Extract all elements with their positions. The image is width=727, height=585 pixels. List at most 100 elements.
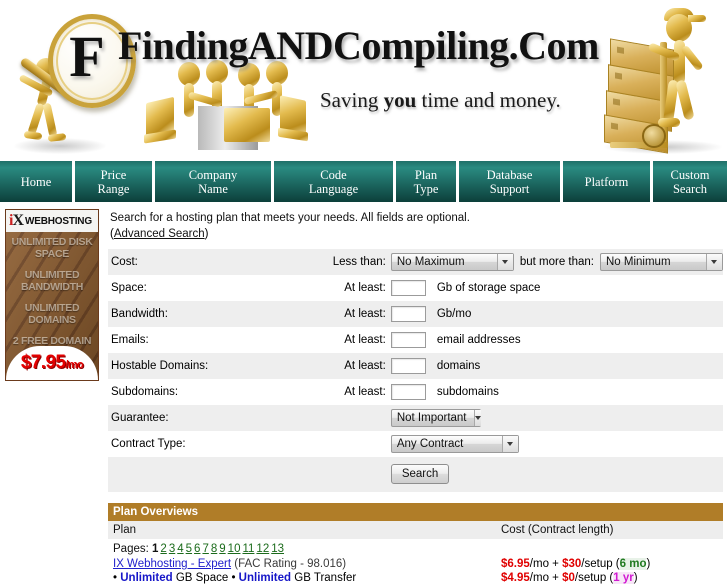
form-prefix-at-least: At least: bbox=[299, 301, 391, 327]
form-prefix-more-than: but more than: bbox=[519, 256, 594, 268]
form-suffix: Gb/mo bbox=[430, 301, 723, 327]
chevron-down-icon[interactable] bbox=[501, 436, 518, 452]
nav-item-plan[interactable]: Plan Type bbox=[396, 161, 459, 202]
form-control-cell bbox=[390, 275, 431, 301]
tagline-pre: Saving bbox=[320, 88, 384, 112]
plan-overviews-section: Plan Overviews Plan Cost (Contract lengt… bbox=[108, 503, 723, 585]
nav-item-label: Price bbox=[100, 167, 127, 182]
form-prefix-at-least: At least: bbox=[299, 327, 391, 353]
results-body: Pages: 1 2 3 4 5 6 7 8 9 10 11 12 13 IX Webhosting -… bbox=[108, 539, 723, 585]
spacer bbox=[299, 457, 391, 492]
nav-item-price[interactable]: Price Range bbox=[75, 161, 155, 202]
form-label: Bandwidth: bbox=[108, 301, 300, 327]
nav-item-custom[interactable]: Custom Search bbox=[653, 161, 727, 202]
form-label: Cost: bbox=[108, 249, 300, 275]
delivery-figure-graphic bbox=[604, 6, 724, 154]
nav-item-label: Database bbox=[486, 167, 533, 182]
cost1-price: 6.95 bbox=[507, 558, 530, 570]
form-control-cell: Any Contract bbox=[390, 431, 723, 457]
nav-item-home[interactable]: Home bbox=[0, 161, 75, 202]
table-row: • Unlimited GB Space • Unlimited GB Tran… bbox=[113, 571, 723, 585]
main-content: Search for a hosting plan that meets you… bbox=[103, 202, 727, 585]
form-label: Space: bbox=[108, 275, 300, 301]
cost2-term: 1 yr bbox=[613, 572, 634, 584]
form-prefix bbox=[299, 405, 391, 431]
ad-feature-line: UNLIMITED DISK SPACE bbox=[11, 236, 93, 260]
ad-banner-ixwebhosting[interactable]: iX WEBHOSTING UNLIMITED DISK SPACE UNLIMI… bbox=[5, 209, 99, 381]
form-suffix: subdomains bbox=[430, 379, 723, 405]
form-control-cell bbox=[390, 379, 431, 405]
cost-max-select[interactable]: No Maximum bbox=[390, 253, 514, 271]
site-tagline: Saving you time and money. bbox=[320, 88, 561, 113]
plan-features-cell: • Unlimited GB Space • Unlimited GB Tran… bbox=[113, 572, 357, 584]
bandwidth-input[interactable] bbox=[390, 306, 426, 322]
form-row-subdomains: Subdomains: At least: subdomains bbox=[108, 379, 723, 405]
search-form: Cost: Less than: No Maximum but more than: N… bbox=[108, 249, 723, 492]
nav-item-label: Platform bbox=[584, 174, 629, 189]
plan-cost-cell-2: $4.95/mo + $0/setup (1 yr) bbox=[501, 572, 638, 584]
ad-feature-line: UNLIMITED DOMAINS bbox=[24, 302, 80, 326]
sidebar: iX WEBHOSTING UNLIMITED DISK SPACE UNLIMI… bbox=[0, 202, 103, 585]
plan-rating: (FAC Rating - 98.016) bbox=[234, 558, 347, 570]
space-input[interactable] bbox=[390, 280, 426, 296]
form-prefix bbox=[299, 431, 391, 457]
chevron-down-icon[interactable] bbox=[496, 254, 513, 270]
chevron-down-icon[interactable] bbox=[705, 254, 722, 270]
form-control-cell: Not Important bbox=[390, 405, 723, 431]
emails-input[interactable] bbox=[390, 332, 426, 348]
select-value: Any Contract bbox=[396, 438, 464, 450]
plan-name-link[interactable]: IX Webhosting - Expert bbox=[113, 558, 231, 570]
page-body: iX WEBHOSTING UNLIMITED DISK SPACE UNLIMI… bbox=[0, 202, 727, 585]
cost-min-select[interactable]: No Minimum bbox=[599, 253, 723, 271]
nav-item-database[interactable]: Database Support bbox=[459, 161, 563, 202]
chevron-down-icon[interactable] bbox=[473, 410, 481, 426]
contract-type-select[interactable]: Any Contract bbox=[390, 435, 519, 453]
ad-brand-word: WEBHOSTING bbox=[25, 215, 92, 227]
search-button[interactable]: Search bbox=[390, 464, 450, 484]
form-control-cell bbox=[390, 327, 431, 353]
nav-item-label2: Range bbox=[97, 181, 130, 196]
advanced-search-link[interactable]: Advanced Search bbox=[114, 228, 205, 240]
form-control-cell bbox=[390, 353, 431, 379]
nav-item-label: Home bbox=[20, 174, 52, 189]
form-label: Subdomains: bbox=[108, 379, 300, 405]
nav-item-label: Code bbox=[320, 167, 347, 182]
form-control-cell bbox=[390, 301, 431, 327]
tagline-emphasis: you bbox=[383, 88, 417, 112]
form-label: Guarantee: bbox=[108, 405, 300, 431]
form-row-emails: Emails: At least: email addresses bbox=[108, 327, 723, 353]
nav-item-company[interactable]: Company Name bbox=[155, 161, 274, 202]
nav-item-label2: Support bbox=[489, 181, 530, 196]
nav-item-label2: Search bbox=[672, 181, 707, 196]
cost2-price: 4.95 bbox=[507, 572, 530, 584]
form-row-cost: Cost: Less than: No Maximum but more than: N… bbox=[108, 249, 723, 275]
guarantee-select[interactable]: Not Important bbox=[390, 409, 481, 427]
nav-item-label2: Type bbox=[413, 181, 439, 196]
column-header-cost: Cost (Contract length) bbox=[501, 524, 614, 536]
results-column-headers: Plan Cost (Contract length) bbox=[108, 521, 723, 539]
select-value: Not Important bbox=[396, 412, 467, 424]
form-row-guarantee: Guarantee: Not Important bbox=[108, 405, 723, 431]
nav-item-code[interactable]: Code Language bbox=[274, 161, 396, 202]
plan-title-cell: IX Webhosting - Expert (FAC Rating - 98.… bbox=[113, 557, 501, 571]
form-row-hostable-domains: Hostable Domains: At least: domains bbox=[108, 353, 723, 379]
advanced-search-line: (Advanced Search) bbox=[110, 228, 209, 240]
search-button-cell: Search bbox=[390, 457, 723, 492]
site-title: FindingANDCompiling.Com bbox=[118, 23, 599, 68]
subdomains-input[interactable] bbox=[390, 384, 426, 400]
nav-item-label: Plan bbox=[414, 167, 438, 182]
logo-letter-f: F bbox=[69, 23, 105, 89]
nav-item-platform[interactable]: Platform bbox=[563, 161, 653, 202]
form-label: Hostable Domains: bbox=[108, 353, 300, 379]
form-control-cell: No Maximum but more than: No Minimum bbox=[390, 249, 723, 275]
computer-users-graphic bbox=[140, 60, 330, 155]
cost1-term: 6 mo bbox=[619, 558, 647, 570]
form-suffix: domains bbox=[430, 353, 723, 379]
nav-item-label: Custom bbox=[670, 167, 710, 182]
form-label: Contract Type: bbox=[108, 431, 300, 457]
column-header-plan: Plan bbox=[113, 524, 137, 536]
form-prefix-less-than: Less than: bbox=[299, 249, 391, 275]
feature-unlimited-space: Unlimited bbox=[120, 572, 173, 584]
hostable-domains-input[interactable] bbox=[390, 358, 426, 374]
form-row-contract-type: Contract Type: Any Contract bbox=[108, 431, 723, 457]
